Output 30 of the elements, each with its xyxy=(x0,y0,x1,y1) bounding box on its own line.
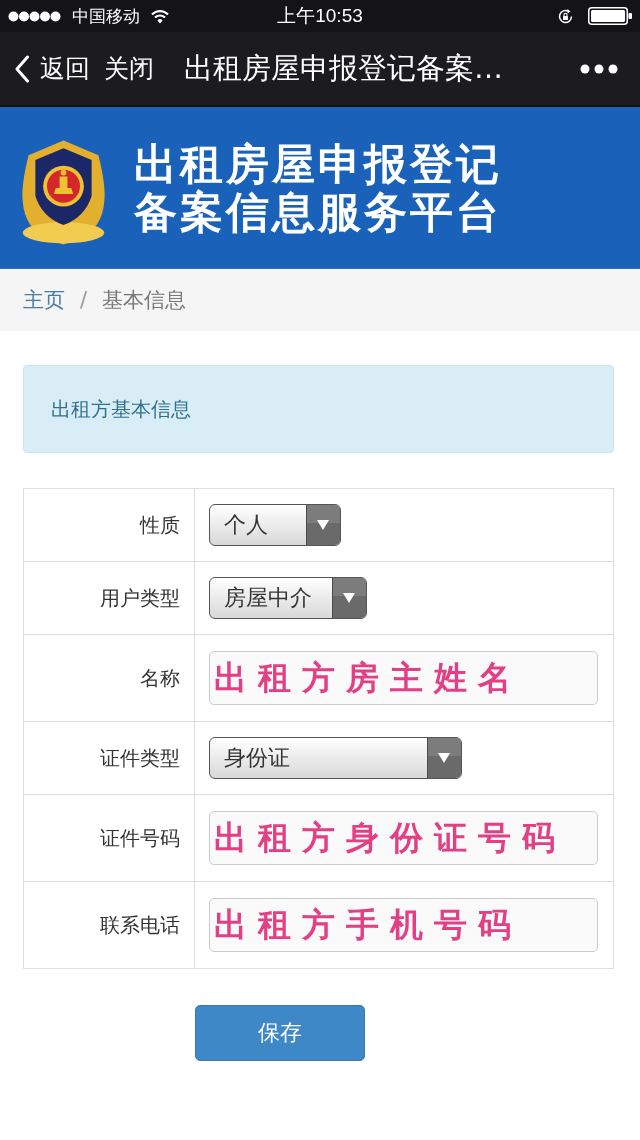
banner-title-line: 备案信息服务平台 xyxy=(134,187,502,236)
status-time: 上午10:53 xyxy=(277,4,363,28)
close-button[interactable]: 关闭 xyxy=(104,52,154,85)
section-header: 出租方基本信息 xyxy=(23,365,614,453)
more-icon[interactable] xyxy=(580,63,618,74)
field-label: 性质 xyxy=(140,511,180,539)
battery-icon xyxy=(588,7,632,25)
signal-dots-icon xyxy=(8,10,62,22)
field-label: 名称 xyxy=(140,664,180,692)
breadcrumb-current: 基本信息 xyxy=(102,287,187,314)
carrier-name: 中国移动 xyxy=(72,4,140,28)
breadcrumb-link[interactable]: 主页 xyxy=(23,286,65,314)
banner-title-line: 出租房屋申报登记 xyxy=(134,139,502,188)
field-label: 联系电话 xyxy=(100,911,180,939)
back-chevron-icon xyxy=(14,54,30,83)
breadcrumb-separator: / xyxy=(80,288,88,312)
dropdown-field[interactable]: 个人 xyxy=(209,504,341,546)
text-input-field[interactable]: 出租方房主姓名 xyxy=(209,651,598,705)
text-input-field[interactable]: 出租方身份证号码 xyxy=(209,811,598,865)
save-button[interactable]: 保存 xyxy=(195,1005,365,1061)
field-label: 证件类型 xyxy=(100,744,180,772)
page-title: 出租房屋申报登记备案… xyxy=(184,49,504,87)
field-label: 用户类型 xyxy=(100,584,180,612)
dropdown-field[interactable]: 身份证 xyxy=(209,737,462,779)
back-button[interactable]: 返回 xyxy=(14,52,90,85)
rotation-lock-icon xyxy=(557,7,574,25)
field-label: 证件号码 xyxy=(100,824,180,852)
wifi-icon xyxy=(150,8,170,24)
text-input-field[interactable]: 出租方手机号码 xyxy=(209,898,598,952)
dropdown-field[interactable]: 房屋中介 xyxy=(209,577,367,619)
